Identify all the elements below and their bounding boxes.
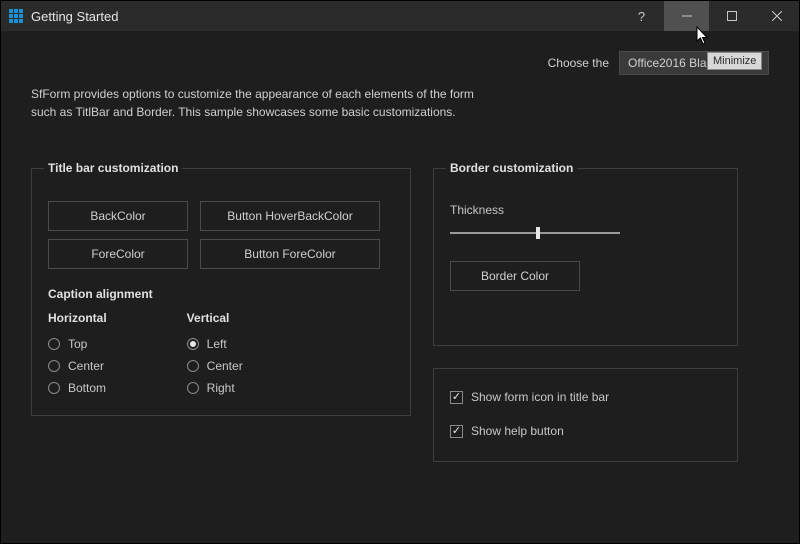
horizontal-label: Horizontal bbox=[48, 311, 107, 325]
radio-horizontal-top[interactable]: Top bbox=[48, 333, 107, 355]
radio-horizontal-bottom[interactable]: Bottom bbox=[48, 377, 107, 399]
titlebar-customization-group: Title bar customization BackColor Button… bbox=[31, 161, 411, 416]
radio-icon bbox=[48, 360, 60, 372]
backcolor-button[interactable]: BackColor bbox=[48, 201, 188, 231]
radio-icon bbox=[48, 338, 60, 350]
radio-vertical-left[interactable]: Left bbox=[187, 333, 243, 355]
border-group-legend: Border customization bbox=[446, 161, 577, 175]
window-buttons: ? bbox=[619, 1, 799, 31]
form-options-group: Show form icon in title bar Show help bu… bbox=[433, 368, 738, 462]
content-area: Choose the Office2016 Black SfForm provi… bbox=[1, 31, 799, 462]
help-button[interactable]: ? bbox=[619, 1, 664, 31]
caption-alignment-label: Caption alignment bbox=[48, 287, 394, 301]
title-bar: Getting Started ? bbox=[1, 1, 799, 31]
forecolor-button[interactable]: ForeColor bbox=[48, 239, 188, 269]
button-forecolor-button[interactable]: Button ForeColor bbox=[200, 239, 380, 269]
checkbox-icon bbox=[450, 425, 463, 438]
show-form-icon-checkbox[interactable]: Show form icon in title bar bbox=[450, 383, 721, 411]
button-hoverbackcolor-button[interactable]: Button HoverBackColor bbox=[200, 201, 380, 231]
radio-vertical-right[interactable]: Right bbox=[187, 377, 243, 399]
border-customization-group: Border customization Thickness Border Co… bbox=[433, 161, 738, 346]
app-icon bbox=[9, 9, 23, 23]
radio-horizontal-center[interactable]: Center bbox=[48, 355, 107, 377]
radio-icon bbox=[187, 382, 199, 394]
minimize-tooltip: Minimize bbox=[707, 52, 762, 70]
slider-thumb-icon bbox=[536, 227, 540, 239]
vertical-label: Vertical bbox=[187, 311, 243, 325]
radio-icon bbox=[48, 382, 60, 394]
radio-vertical-center[interactable]: Center bbox=[187, 355, 243, 377]
theme-label: Choose the bbox=[548, 56, 609, 70]
thickness-label: Thickness bbox=[450, 203, 721, 217]
minimize-button[interactable] bbox=[664, 1, 709, 31]
titlebar-group-legend: Title bar customization bbox=[44, 161, 182, 175]
show-help-button-checkbox[interactable]: Show help button bbox=[450, 417, 721, 445]
close-button[interactable] bbox=[754, 1, 799, 31]
checkbox-icon bbox=[450, 391, 463, 404]
intro-text: SfForm provides options to customize the… bbox=[31, 85, 491, 121]
window-title: Getting Started bbox=[31, 9, 118, 24]
radio-icon bbox=[187, 338, 199, 350]
maximize-button[interactable] bbox=[709, 1, 754, 31]
theme-selected-value: Office2016 Black bbox=[628, 56, 719, 70]
radio-icon bbox=[187, 360, 199, 372]
border-color-button[interactable]: Border Color bbox=[450, 261, 580, 291]
thickness-slider[interactable] bbox=[450, 225, 620, 241]
